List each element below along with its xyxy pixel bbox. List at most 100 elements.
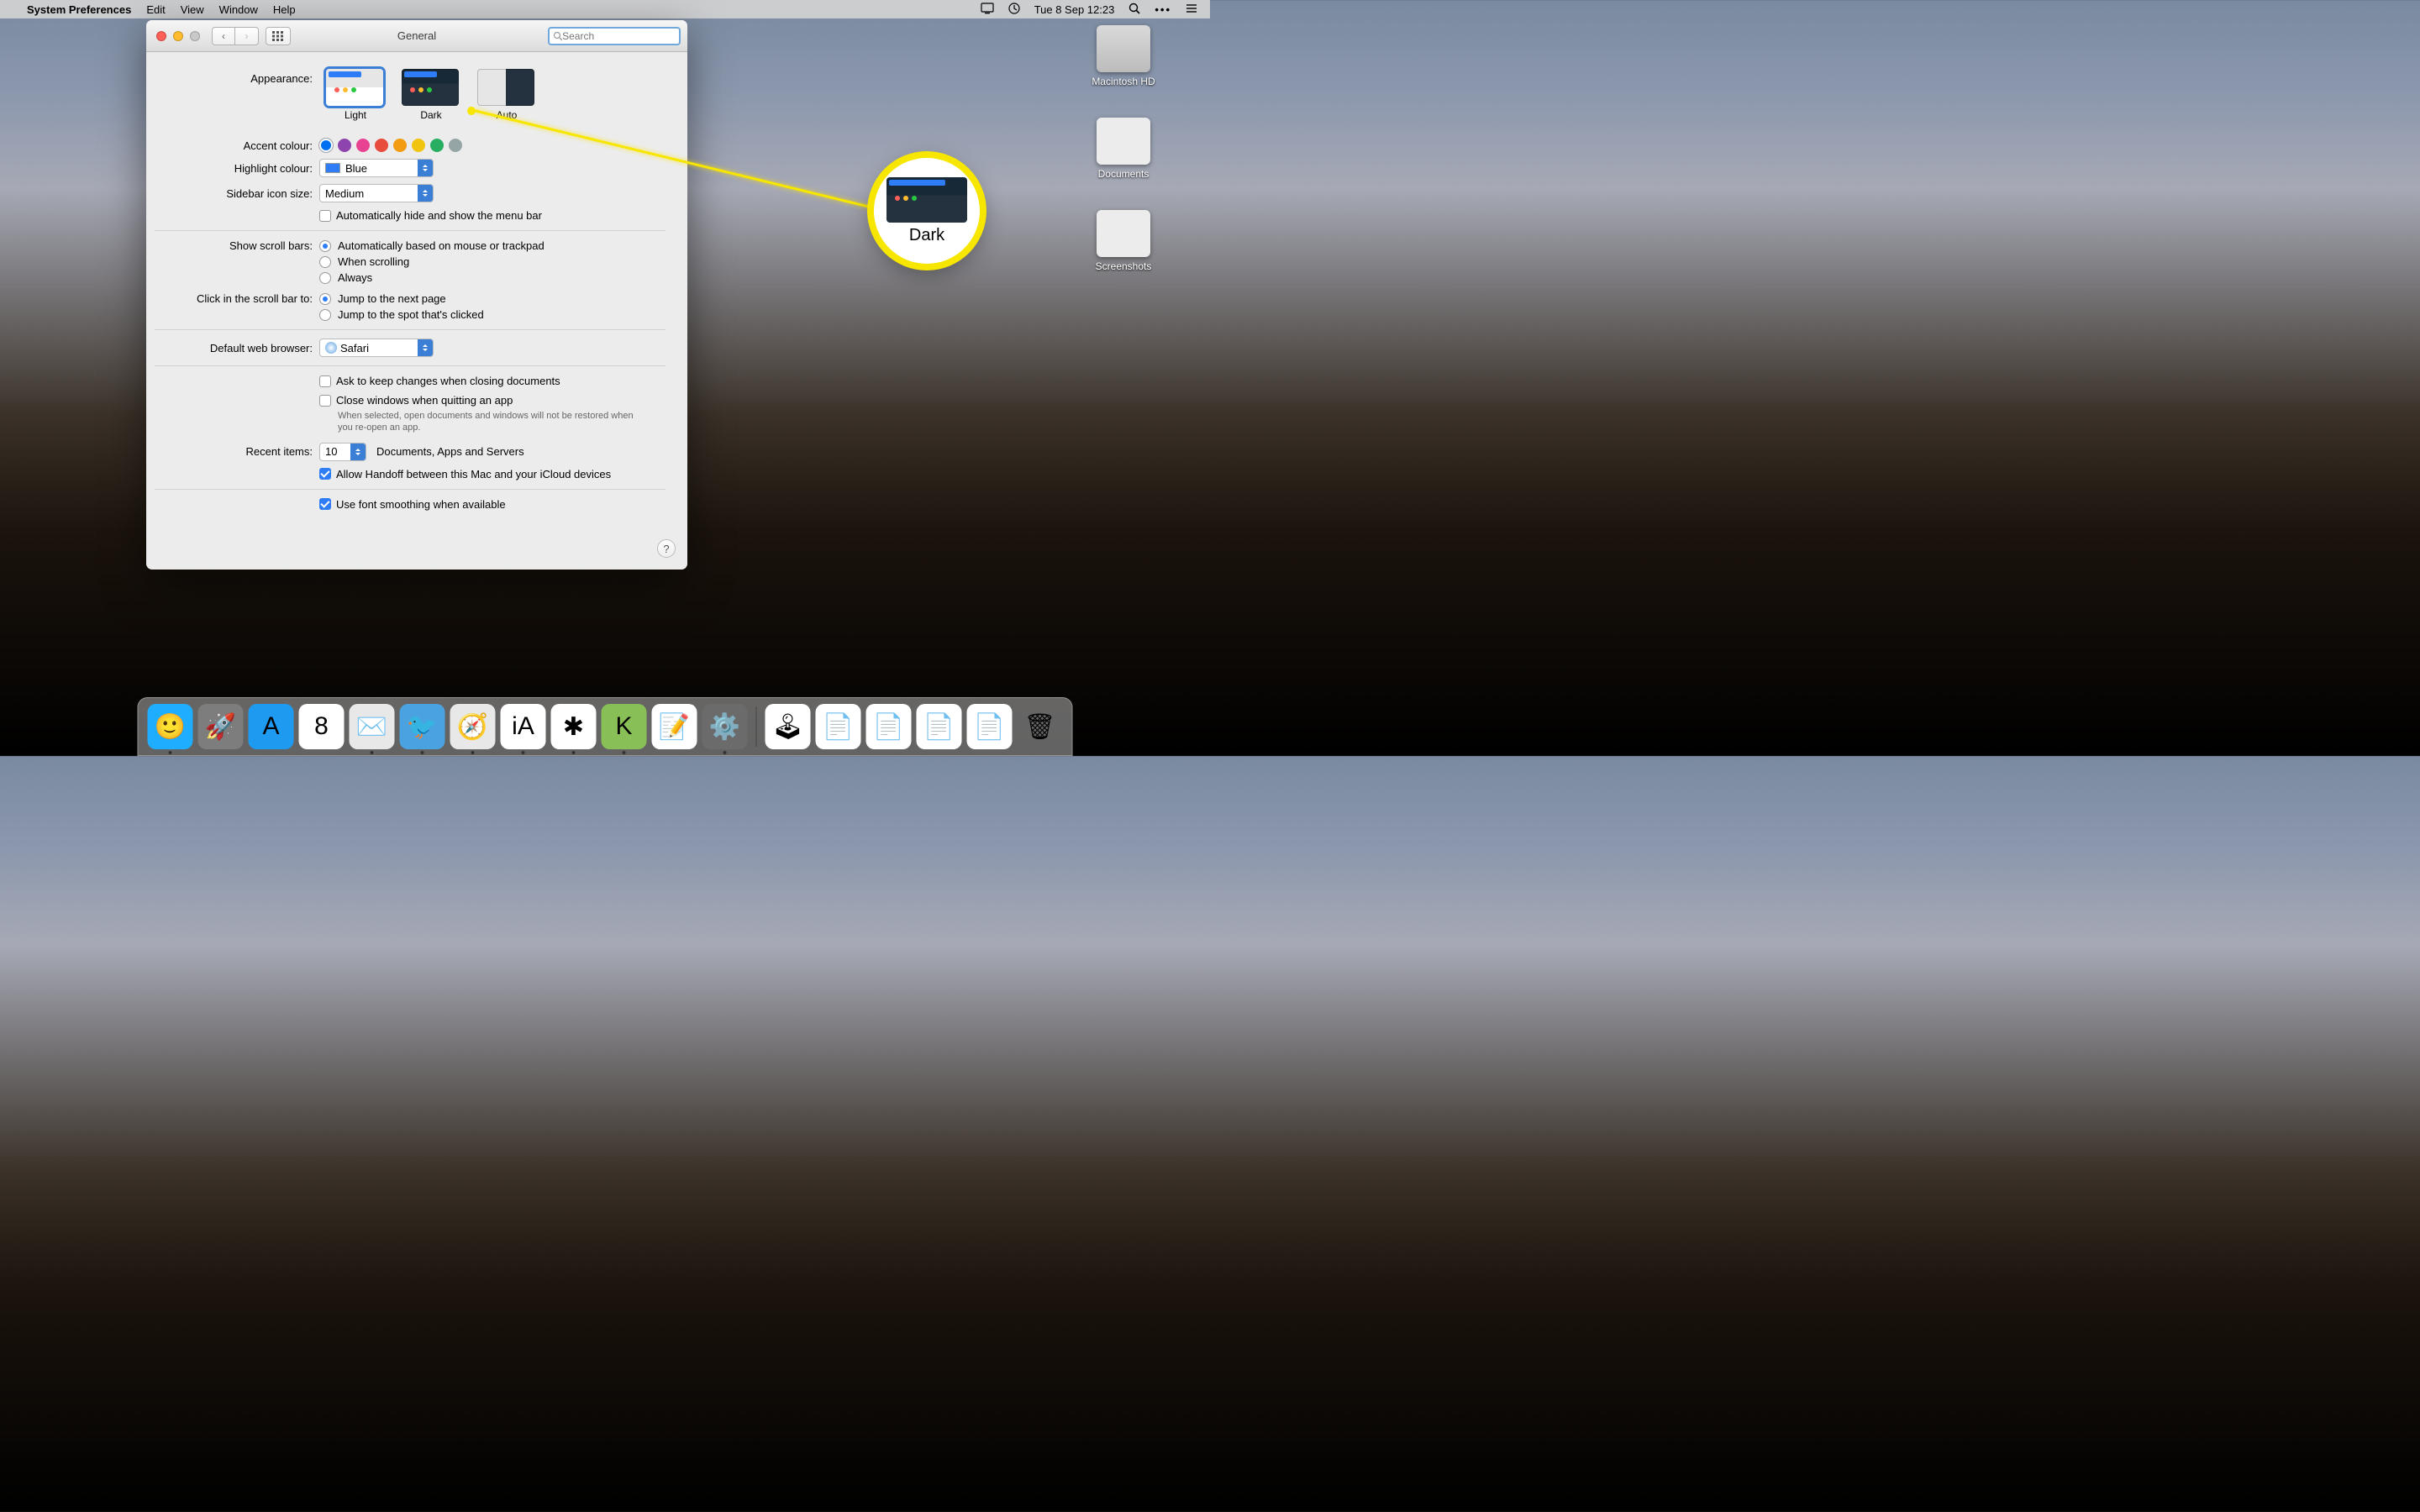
zoom-button (190, 31, 200, 41)
select-value: Medium (325, 187, 364, 200)
dock-joystick[interactable]: 🕹 (765, 704, 811, 749)
appearance-option-label: Dark (420, 109, 441, 121)
forward-button[interactable]: › (235, 27, 259, 45)
autohide-checkbox[interactable] (319, 210, 331, 222)
chevron-updown-icon (418, 160, 433, 176)
dock-mail[interactable]: ✉️ (350, 704, 395, 749)
appearance-label: Appearance: (155, 72, 319, 85)
dock-calendar[interactable]: 8 (299, 704, 345, 749)
minimize-button[interactable] (173, 31, 183, 41)
grid-icon (272, 31, 284, 41)
app-menu[interactable]: System Preferences (27, 3, 131, 16)
select-value: Safari (340, 342, 369, 354)
dock-doc3[interactable]: 📄 (967, 704, 1013, 749)
dock-finder[interactable]: 🙂 (148, 704, 193, 749)
appearance-dark[interactable]: Dark (402, 69, 460, 121)
menu-window[interactable]: Window (219, 3, 258, 16)
accent-color-7[interactable] (449, 139, 462, 152)
ask-keep-checkbox[interactable] (319, 375, 331, 387)
recent-suffix: Documents, Apps and Servers (376, 445, 524, 458)
dock-appstore[interactable]: A (249, 704, 294, 749)
dock-doc1[interactable]: 📄 (866, 704, 912, 749)
hdd-icon (1097, 25, 1150, 72)
display-menu-icon[interactable] (981, 2, 994, 18)
dock-safari[interactable]: 🧭 (450, 704, 496, 749)
browser-select[interactable]: Safari (319, 339, 434, 357)
callout-label: Dark (909, 226, 944, 245)
browser-label: Default web browser: (155, 342, 319, 354)
dock-launchpad[interactable]: 🚀 (198, 704, 244, 749)
accent-color-0[interactable] (319, 139, 333, 152)
scrollbars-radio-scrolling[interactable] (319, 256, 331, 268)
scrollbars-radio-auto[interactable] (319, 240, 331, 252)
checkbox-label: Close windows when quitting an app (336, 394, 513, 407)
search-icon (553, 31, 562, 41)
dock-textedit[interactable]: 📝 (652, 704, 697, 749)
accent-color-2[interactable] (356, 139, 370, 152)
dock: 🙂🚀A8✉️🐦🧭iA✱K📝⚙️🕹📄📄📄📄🗑 (138, 697, 1073, 756)
recent-select[interactable]: 10 (319, 443, 366, 461)
dock-preferences[interactable]: ⚙️ (702, 704, 748, 749)
chevron-updown-icon (418, 339, 433, 356)
window-titlebar[interactable]: ‹ › General (146, 20, 687, 52)
accent-color-6[interactable] (430, 139, 444, 152)
spotlight-icon[interactable] (1128, 2, 1141, 18)
select-value: Blue (345, 162, 367, 175)
radio-label: Jump to the next page (338, 292, 446, 305)
sidebar-size-select[interactable]: Medium (319, 184, 434, 202)
menubar-clock[interactable]: Tue 8 Sep 12:23 (1034, 3, 1115, 16)
dock-trash[interactable]: 🗑 (1018, 704, 1063, 749)
chevron-updown-icon (350, 444, 366, 460)
dock-tweetbot[interactable]: 🐦 (400, 704, 445, 749)
accent-color-5[interactable] (412, 139, 425, 152)
chevron-updown-icon (418, 185, 433, 202)
checkbox-label: Ask to keep changes when closing documen… (336, 375, 560, 387)
help-button[interactable]: ? (657, 539, 676, 558)
fontsmoothing-checkbox[interactable] (319, 498, 331, 510)
search-field[interactable] (548, 27, 681, 45)
annotation-callout: Dark (874, 158, 980, 264)
notification-center-icon[interactable] (1185, 2, 1198, 18)
checkbox-label: Use font smoothing when available (336, 498, 506, 511)
menu-help[interactable]: Help (273, 3, 296, 16)
desktop-icon-screenshots[interactable]: Screenshots (1086, 210, 1161, 272)
timemachine-menu-icon[interactable] (1007, 2, 1021, 18)
radio-label: Jump to the spot that's clicked (338, 308, 484, 321)
appearance-option-label: Light (345, 109, 366, 121)
appearance-light[interactable]: Light (326, 69, 385, 121)
desktop-icon-label: Macintosh HD (1092, 76, 1155, 87)
desktop-icon-documents[interactable]: Documents (1086, 118, 1161, 180)
highlight-label: Highlight colour: (155, 162, 319, 175)
folder-icon (1097, 118, 1150, 165)
back-button[interactable]: ‹ (212, 27, 235, 45)
radio-label: Always (338, 271, 372, 284)
desktop-icon-label: Documents (1098, 168, 1150, 180)
desktop-icon-hdd[interactable]: Macintosh HD (1086, 25, 1161, 87)
menu-edit[interactable]: Edit (146, 3, 165, 16)
dock-kindle[interactable]: K (602, 704, 647, 749)
clickscroll-radio-page[interactable] (319, 293, 331, 305)
dock-note[interactable]: 📄 (816, 704, 861, 749)
clickscroll-radio-spot[interactable] (319, 309, 331, 321)
close-windows-checkbox[interactable] (319, 395, 331, 407)
accent-color-3[interactable] (375, 139, 388, 152)
radio-label: When scrolling (338, 255, 409, 268)
accent-color-4[interactable] (393, 139, 407, 152)
siri-icon[interactable]: ••• (1155, 3, 1171, 16)
dock-slack[interactable]: ✱ (551, 704, 597, 749)
menu-view[interactable]: View (181, 3, 204, 16)
recent-label: Recent items: (155, 445, 319, 458)
handoff-checkbox[interactable] (319, 468, 331, 480)
preferences-window: ‹ › General Light Dark Auto (146, 20, 687, 570)
scrollbars-radio-always[interactable] (319, 272, 331, 284)
highlight-select[interactable]: Blue (319, 159, 434, 177)
show-all-button[interactable] (266, 27, 291, 45)
window-title: General (397, 29, 436, 42)
close-button[interactable] (156, 31, 166, 41)
checkbox-label: Allow Handoff between this Mac and your … (336, 468, 611, 480)
accent-color-1[interactable] (338, 139, 351, 152)
search-input[interactable] (562, 30, 676, 42)
dock-doc2[interactable]: 📄 (917, 704, 962, 749)
menubar: System Preferences Edit View Window Help… (0, 0, 1210, 18)
dock-iawriter[interactable]: iA (501, 704, 546, 749)
